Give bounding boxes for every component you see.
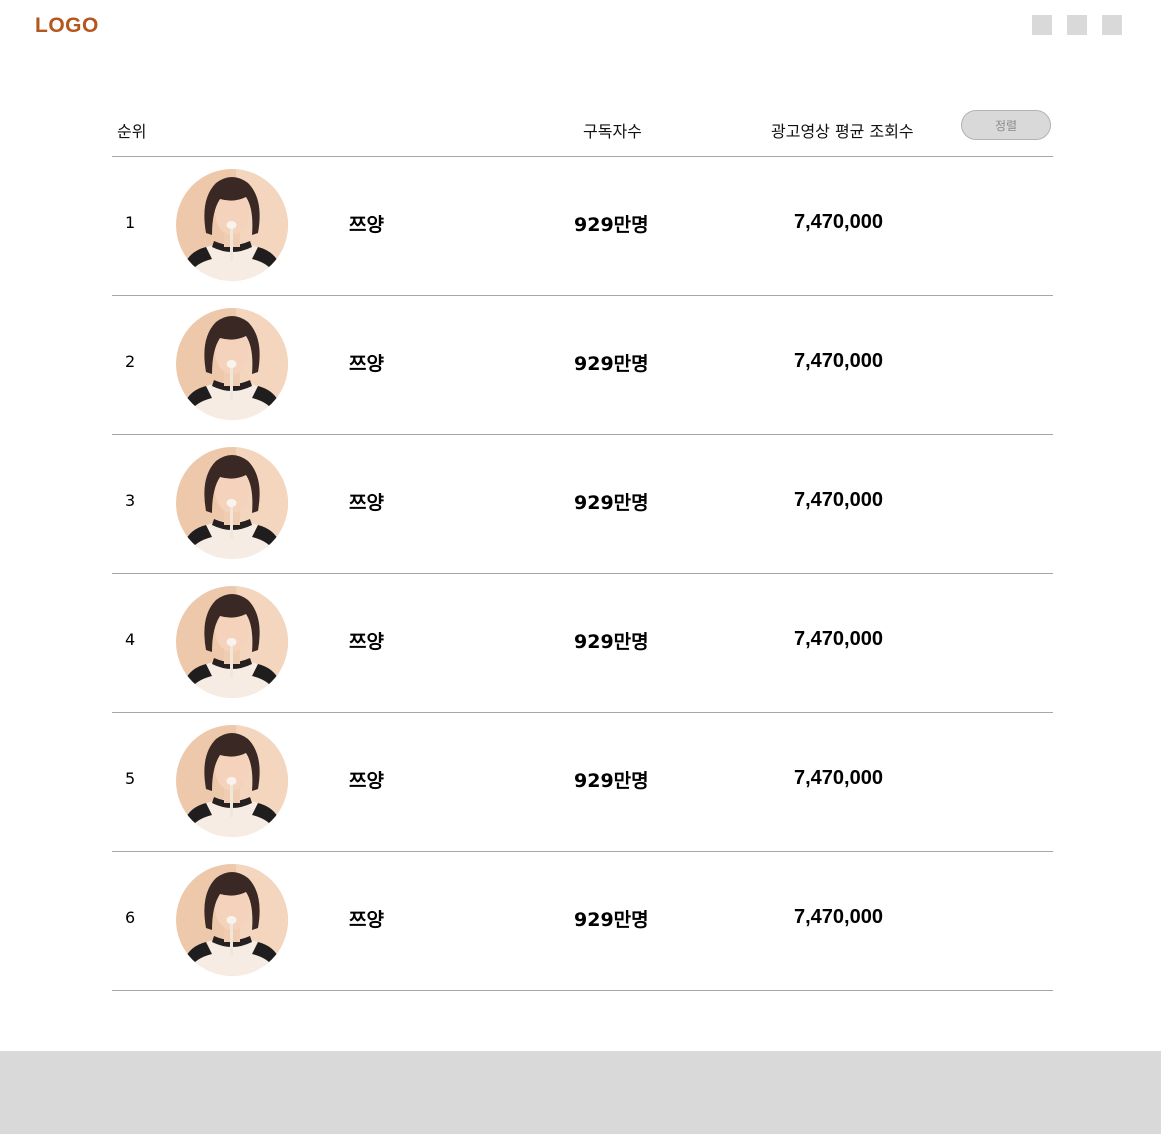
table-row[interactable]: 3 쯔양 929만명 7,470,000 xyxy=(112,435,1053,574)
rank-number: 5 xyxy=(125,769,136,788)
footer xyxy=(0,1051,1161,1134)
avg-views: 7,470,000 xyxy=(794,489,883,511)
page: LOGO 순위 구독자수 광고영상 평균 조회수 정렬 1 쯔양 929만명 7… xyxy=(0,0,1161,1134)
table-row[interactable]: 6 쯔양 929만명 7,470,000 xyxy=(112,852,1053,991)
avg-views: 7,470,000 xyxy=(794,628,883,650)
table-row[interactable]: 5 쯔양 929만명 7,470,000 xyxy=(112,713,1053,852)
channel-name[interactable]: 쯔양 xyxy=(349,488,384,515)
avatar[interactable] xyxy=(176,725,288,837)
avatar[interactable] xyxy=(176,308,288,420)
header: LOGO xyxy=(0,0,1161,60)
avg-views: 7,470,000 xyxy=(794,350,883,372)
avatar[interactable] xyxy=(176,169,288,281)
channel-name[interactable]: 쯔양 xyxy=(349,766,384,793)
table-row[interactable]: 4 쯔양 929만명 7,470,000 xyxy=(112,574,1053,713)
table-row[interactable]: 2 쯔양 929만명 7,470,000 xyxy=(112,296,1053,435)
subscriber-count: 929만명 xyxy=(574,214,649,236)
channel-name[interactable]: 쯔양 xyxy=(349,627,384,654)
subscriber-count: 929만명 xyxy=(574,492,649,514)
subscriber-count: 929만명 xyxy=(574,770,649,792)
subscriber-count: 929만명 xyxy=(574,353,649,375)
avg-views: 7,470,000 xyxy=(794,211,883,233)
sort-button[interactable]: 정렬 xyxy=(961,110,1051,140)
channel-name[interactable]: 쯔양 xyxy=(349,905,384,932)
column-header-rank: 순위 xyxy=(117,122,147,141)
rank-number: 6 xyxy=(125,908,136,927)
nav-placeholder-3[interactable] xyxy=(1102,15,1122,35)
subscriber-count: 929만명 xyxy=(574,631,649,653)
table-body: 1 쯔양 929만명 7,470,000 2 쯔양 929만명 7,470,00… xyxy=(112,157,1053,991)
table-header: 순위 구독자수 광고영상 평균 조회수 정렬 xyxy=(112,100,1053,157)
subscriber-count: 929만명 xyxy=(574,909,649,931)
column-header-avg-views: 광고영상 평균 조회수 xyxy=(771,122,914,141)
table-row[interactable]: 1 쯔양 929만명 7,470,000 xyxy=(112,157,1053,296)
rank-number: 1 xyxy=(125,213,136,232)
rank-number: 2 xyxy=(125,352,136,371)
avatar[interactable] xyxy=(176,447,288,559)
nav-placeholder-1[interactable] xyxy=(1032,15,1052,35)
avg-views: 7,470,000 xyxy=(794,767,883,789)
column-header-subscribers: 구독자수 xyxy=(583,122,642,141)
ranking-table: 순위 구독자수 광고영상 평균 조회수 정렬 1 쯔양 929만명 7,470,… xyxy=(112,100,1053,991)
avg-views: 7,470,000 xyxy=(794,906,883,928)
nav-placeholder-2[interactable] xyxy=(1067,15,1087,35)
header-nav xyxy=(1032,15,1137,35)
avatar[interactable] xyxy=(176,586,288,698)
channel-name[interactable]: 쯔양 xyxy=(349,210,384,237)
rank-number: 3 xyxy=(125,491,136,510)
logo[interactable]: LOGO xyxy=(35,14,99,38)
channel-name[interactable]: 쯔양 xyxy=(349,349,384,376)
avatar[interactable] xyxy=(176,864,288,976)
rank-number: 4 xyxy=(125,630,136,649)
